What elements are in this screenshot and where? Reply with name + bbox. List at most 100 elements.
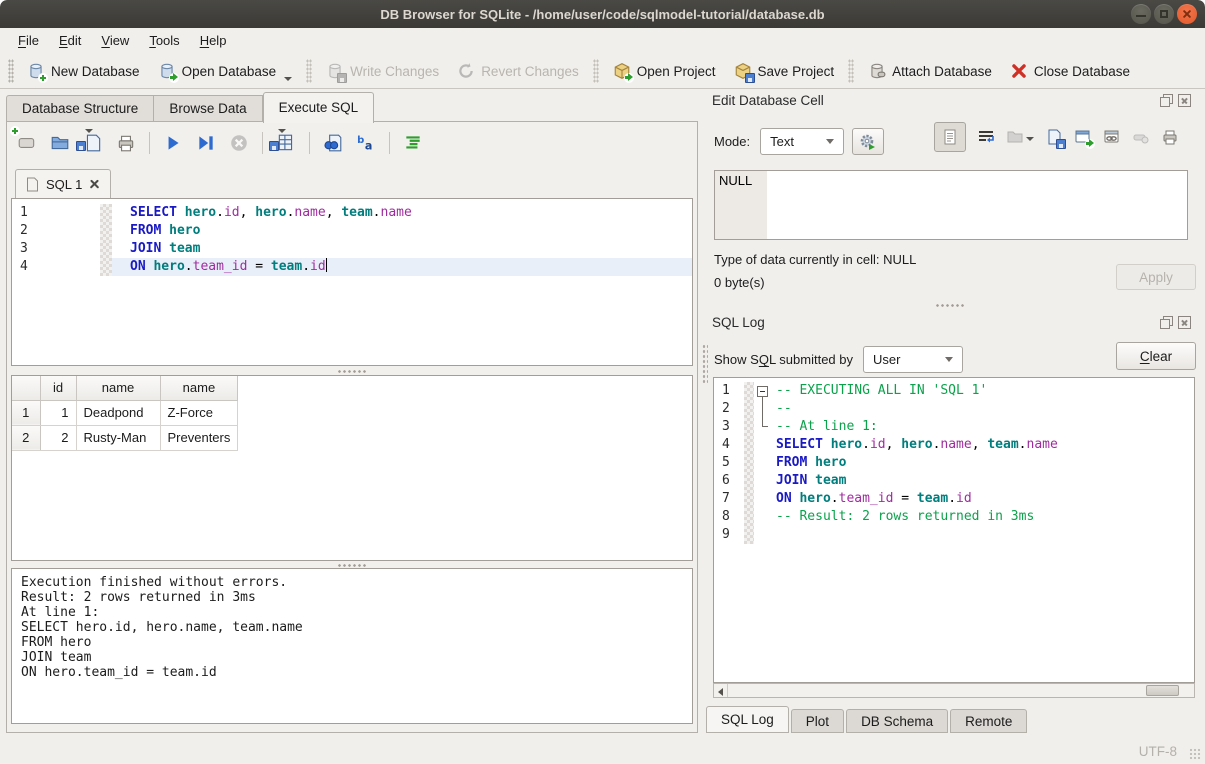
- close-button[interactable]: [1177, 4, 1197, 24]
- resize-grip[interactable]: [1189, 748, 1201, 760]
- open-database-button[interactable]: Open Database: [149, 56, 302, 86]
- export-data-button[interactable]: [1045, 128, 1063, 146]
- scroll-left-icon[interactable]: [714, 684, 728, 697]
- mode-select[interactable]: Text: [760, 128, 844, 155]
- revert-changes-button: Revert Changes: [448, 56, 588, 86]
- menu-file[interactable]: File: [8, 28, 49, 54]
- print-cell-button[interactable]: [1161, 128, 1179, 146]
- gear-icon: [859, 133, 877, 151]
- format-sql-button[interactable]: [403, 133, 423, 153]
- save-project-button[interactable]: Save Project: [725, 56, 844, 86]
- execute-sql-panel: ba SQL 1 1SELECT hero.id, hero.name, tea…: [6, 121, 698, 733]
- log-horizontal-scrollbar[interactable]: [713, 683, 1195, 698]
- save-sql-file-button[interactable]: [83, 133, 103, 153]
- word-wrap-button[interactable]: [977, 128, 995, 146]
- tab-execute-sql[interactable]: Execute SQL: [263, 92, 375, 123]
- chevron-down-icon: [826, 139, 834, 144]
- edit-cell-title: Edit Database Cell: [712, 93, 824, 108]
- dock-tab-remote[interactable]: Remote: [950, 709, 1027, 733]
- results-grid[interactable]: id name name 1 1 Deadpond Z-Force 2 2 Ru…: [11, 375, 693, 561]
- menu-help[interactable]: Help: [190, 28, 237, 54]
- close-dock-icon[interactable]: [1178, 316, 1191, 329]
- open-project-icon: [613, 62, 631, 80]
- maximize-button[interactable]: [1154, 4, 1174, 24]
- close-database-button[interactable]: Close Database: [1001, 56, 1139, 86]
- cell-size-info: 0 byte(s): [714, 275, 765, 290]
- scrollbar-thumb[interactable]: [1146, 685, 1179, 696]
- sql-log-view[interactable]: 1-- EXECUTING ALL IN 'SQL 1'2--3-- At li…: [713, 377, 1195, 683]
- open-in-external-button[interactable]: [1074, 128, 1092, 146]
- close-sql-tab-icon[interactable]: [89, 179, 100, 190]
- menu-edit[interactable]: Edit: [49, 28, 91, 54]
- status-bar: UTF-8: [0, 737, 1205, 764]
- find-button[interactable]: [323, 133, 343, 153]
- link-icon: [1103, 128, 1121, 146]
- save-project-icon: [734, 62, 752, 80]
- cell-team-name[interactable]: Z-Force: [160, 400, 238, 425]
- clear-log-button[interactable]: Clear: [1116, 342, 1196, 370]
- mode-text-button[interactable]: [934, 122, 966, 152]
- execute-line-button[interactable]: [196, 133, 216, 153]
- attach-database-button[interactable]: Attach Database: [859, 56, 1001, 86]
- right-dock-area: Edit Database Cell Mode: Text: [706, 89, 1205, 737]
- open-project-button[interactable]: Open Project: [604, 56, 725, 86]
- close-dock-icon[interactable]: [1178, 94, 1191, 107]
- new-database-button[interactable]: New Database: [18, 56, 149, 86]
- write-changes-button: Write Changes: [317, 56, 448, 86]
- cell-hero-name[interactable]: Deadpond: [76, 400, 160, 425]
- window-title: DB Browser for SQLite - /home/user/code/…: [380, 7, 824, 22]
- encoding-indicator: UTF-8: [1139, 744, 1177, 759]
- cell-id[interactable]: 1: [40, 400, 76, 425]
- title-bar: DB Browser for SQLite - /home/user/code/…: [0, 0, 1205, 28]
- tab-browse-data[interactable]: Browse Data: [154, 95, 262, 122]
- menu-bar: File Edit View Tools Help: [0, 28, 1205, 54]
- dock-tab-plot[interactable]: Plot: [791, 709, 844, 733]
- sql-editor-tab-label: SQL 1: [46, 177, 82, 192]
- cell-id[interactable]: 2: [40, 425, 76, 450]
- row-header[interactable]: 2: [12, 425, 40, 450]
- menu-view[interactable]: View: [91, 28, 139, 54]
- auto-mode-button[interactable]: [852, 128, 884, 155]
- table-row: 1 1 Deadpond Z-Force: [12, 400, 238, 425]
- splitter-docks[interactable]: [935, 303, 965, 309]
- vertical-splitter[interactable]: [702, 344, 708, 384]
- toolbar-grip[interactable]: [8, 59, 14, 83]
- new-database-icon: [27, 62, 45, 80]
- tab-database-structure[interactable]: Database Structure: [6, 95, 154, 122]
- column-header-team-name[interactable]: name: [160, 376, 238, 400]
- print-sql-button[interactable]: [116, 133, 136, 153]
- write-changes-icon: [326, 62, 344, 80]
- cell-value: NULL: [719, 173, 752, 188]
- cell-editor[interactable]: NULL: [714, 170, 1188, 240]
- cell-team-name[interactable]: Preventers: [160, 425, 238, 450]
- open-database-dropdown-icon[interactable]: [284, 77, 292, 81]
- app-window: DB Browser for SQLite - /home/user/code/…: [0, 0, 1205, 764]
- main-toolbar: New Database Open Database Write Changes…: [0, 54, 1205, 89]
- find-replace-button[interactable]: ba: [356, 133, 376, 153]
- row-header[interactable]: 1: [12, 400, 40, 425]
- sql-log-title: SQL Log: [712, 315, 765, 330]
- column-header-id[interactable]: id: [40, 376, 76, 400]
- corner-header[interactable]: [12, 376, 40, 400]
- execute-all-button[interactable]: [163, 133, 183, 153]
- save-results-button[interactable]: [276, 133, 296, 153]
- dock-tab-sql-log[interactable]: SQL Log: [706, 706, 789, 733]
- column-header-hero-name[interactable]: name: [76, 376, 160, 400]
- execution-message: Execution finished without errors. Resul…: [11, 568, 693, 724]
- apply-button: Apply: [1116, 264, 1196, 290]
- float-dock-icon[interactable]: [1160, 94, 1173, 107]
- log-filter-select[interactable]: User: [863, 346, 963, 373]
- cell-hero-name[interactable]: Rusty-Man: [76, 425, 160, 450]
- new-sql-tab-button[interactable]: [17, 133, 37, 153]
- sql-editor-tab[interactable]: SQL 1: [15, 169, 111, 198]
- dock-tab-db-schema[interactable]: DB Schema: [846, 709, 948, 733]
- open-sql-file-button[interactable]: [50, 133, 70, 153]
- main-area: Database Structure Browse Data Execute S…: [0, 89, 1205, 737]
- chevron-down-icon: [945, 357, 953, 362]
- menu-tools[interactable]: Tools: [139, 28, 189, 54]
- stop-button: [229, 133, 249, 153]
- minimize-button[interactable]: [1131, 4, 1151, 24]
- copy-url-button[interactable]: [1103, 128, 1121, 146]
- float-dock-icon[interactable]: [1160, 316, 1173, 329]
- sql-editor[interactable]: 1SELECT hero.id, hero.name, team.name2FR…: [11, 198, 693, 366]
